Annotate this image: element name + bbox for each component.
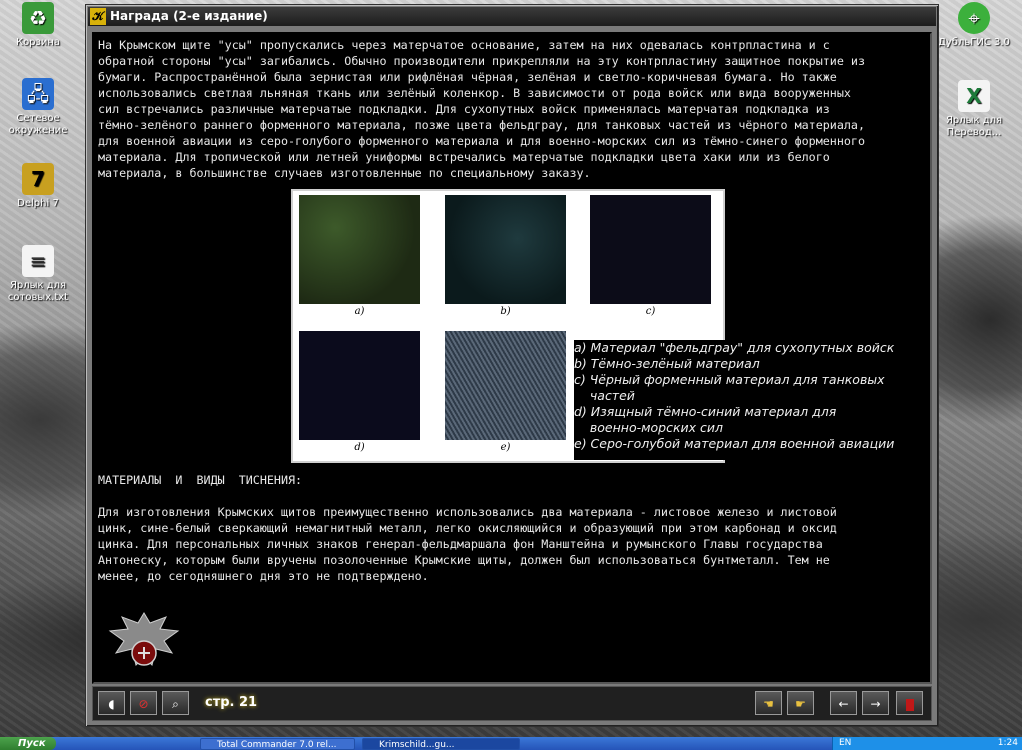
figure-legend: a) Материал "фельдграу" для сухопутных в…	[574, 340, 930, 460]
hand-back-button[interactable]: ☚	[755, 691, 782, 715]
dublgis-icon: ⌖	[958, 2, 990, 34]
section-heading: МАТЕРИАЛЫ И ВИДЫ ТИСНЕНИЯ:	[98, 473, 303, 487]
desktop-icon-label: Ярлык для сотовых.txt	[7, 280, 69, 303]
text-file-icon: ≡	[22, 245, 54, 277]
legend-line: частей	[574, 388, 635, 403]
desktop-icon-excel-file[interactable]: X Ярлык для Перевод...	[936, 80, 1012, 139]
swatch-a	[299, 195, 420, 304]
arrow-right-icon: →	[870, 697, 881, 711]
legend-line: e) Серо-голубой материал для военной ави…	[574, 436, 895, 451]
legend-line: военно-морских сил	[574, 420, 724, 435]
hand-forward-button[interactable]: ☛	[787, 691, 814, 715]
exit-icon	[905, 698, 914, 711]
desktop-icon-label: Корзина	[15, 37, 61, 48]
page-number: стр. 21	[205, 695, 258, 710]
swatch-e	[445, 331, 566, 440]
start-button[interactable]: Пуск	[0, 737, 56, 750]
task-label: Krimschild...gu...	[379, 740, 455, 750]
desktop-icon-label: Ярлык для Перевод...	[945, 115, 1003, 138]
recycle-bin-icon: ♻	[22, 2, 54, 34]
swatch-e-label: e)	[500, 442, 511, 453]
hand-forward-icon: ☛	[795, 697, 806, 711]
app-icon: 𝒦	[90, 8, 106, 25]
legend-line: b) Тёмно-зелёный материал	[574, 356, 760, 371]
task-label: Total Commander 7.0 rel...	[217, 740, 337, 750]
zoom-icon: ⌕	[172, 697, 179, 711]
no-sound-icon: ⊘	[138, 697, 149, 711]
swatch-b	[445, 195, 566, 304]
desktop-icon-delphi[interactable]: 7 Delphi 7	[0, 163, 76, 210]
content-area: На Крымском щите "усы" пропускались чере…	[92, 32, 932, 684]
desktop-icon-dublgis[interactable]: ⌖ ДубльГИС 3.0	[936, 2, 1012, 49]
sound-button[interactable]: ◖	[98, 691, 125, 715]
swatch-c-label: c)	[645, 306, 656, 317]
desktop-icon-label: Delphi 7	[17, 198, 59, 209]
system-tray: EN 1:24	[832, 737, 1022, 750]
next-page-button[interactable]: →	[862, 691, 889, 715]
taskbar: Пуск Total Commander 7.0 rel... Krimschi…	[0, 737, 1022, 750]
task-krimschild[interactable]: Krimschild...gu...	[362, 738, 520, 750]
start-label: Пуск	[18, 738, 46, 749]
window-title: Награда (2-е издание)	[110, 9, 268, 23]
swatch-d	[299, 331, 420, 440]
desktop-icon-recycle-bin[interactable]: ♻ Корзина	[0, 2, 76, 49]
title-bar[interactable]: 𝒦 Награда (2-е издание)	[88, 7, 936, 26]
exit-button[interactable]	[896, 691, 923, 715]
delphi-icon: 7	[22, 163, 54, 195]
bottom-toolbar: ◖ ⊘ ⌕ стр. 21 ☚ ☛ ← →	[92, 686, 932, 721]
legend-line: d) Изящный тёмно-синий материал для	[574, 404, 837, 419]
excel-file-icon: X	[958, 80, 990, 112]
zoom-button[interactable]: ⌕	[162, 691, 189, 715]
clock: 1:24	[997, 738, 1018, 748]
sound-icon: ◖	[108, 697, 115, 711]
legend-line: a) Материал "фельдграу" для сухопутных в…	[574, 340, 895, 355]
swatch-b-label: b)	[500, 306, 511, 317]
body-paragraph: Для изготовления Крымских щитов преимуще…	[98, 505, 837, 583]
mute-button[interactable]: ⊘	[130, 691, 157, 715]
intro-paragraph: На Крымском щите "усы" пропускались чере…	[98, 38, 865, 180]
network-icon: 🖧	[22, 78, 54, 110]
task-total-commander[interactable]: Total Commander 7.0 rel...	[200, 738, 355, 750]
desktop-icon-label: Сетевое окружение	[8, 113, 68, 136]
desktop-icon-label: ДубльГИС 3.0	[938, 37, 1010, 48]
desktop-icon-network[interactable]: 🖧 Сетевое окружение	[0, 78, 76, 137]
language-indicator[interactable]: EN	[839, 737, 851, 750]
hand-back-icon: ☚	[763, 697, 774, 711]
swatch-d-label: d)	[354, 442, 365, 453]
legend-line: c) Чёрный форменный материал для танковы…	[574, 372, 885, 387]
arrow-left-icon: ←	[838, 697, 849, 711]
eagle-emblem	[108, 612, 180, 666]
swatch-a-label: a)	[354, 306, 365, 317]
prev-page-button[interactable]: ←	[830, 691, 857, 715]
desktop-icon-text-file[interactable]: ≡ Ярлык для сотовых.txt	[0, 245, 76, 304]
app-window: 𝒦 Награда (2-е издание) На Крымском щите…	[85, 4, 939, 727]
swatch-c	[590, 195, 711, 304]
